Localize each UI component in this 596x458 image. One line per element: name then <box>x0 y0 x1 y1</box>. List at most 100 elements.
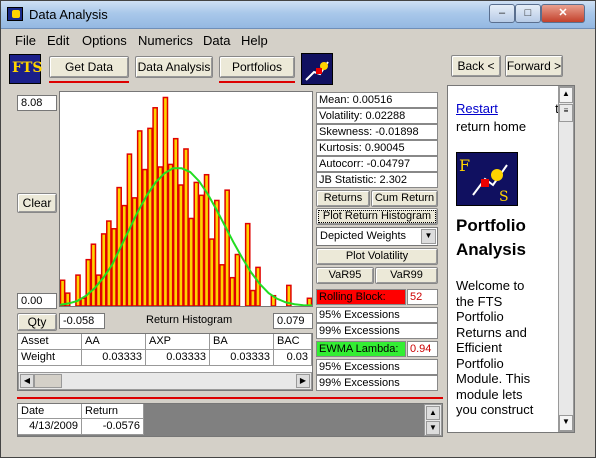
var95-button[interactable]: VaR95 <box>316 267 374 284</box>
help-body-line: module lets <box>456 386 523 402</box>
app-window: Data Analysis – □ ✕ File Edit Options Nu… <box>0 0 596 458</box>
histogram-bar <box>59 279 66 307</box>
help-body-line: the FTS <box>456 293 503 309</box>
weights-select[interactable]: Depicted Weights ▼ <box>316 227 438 246</box>
histogram-bar <box>255 266 261 307</box>
cum-return-button[interactable]: Cum Return <box>371 190 438 207</box>
close-button[interactable]: ✕ <box>541 4 585 23</box>
returns-cell-value[interactable]: -0.0576 <box>82 419 144 435</box>
qty-button[interactable]: Qty <box>17 313 57 331</box>
weight-cell[interactable]: 0.03 <box>274 350 312 366</box>
help-heading-2: Analysis <box>456 240 526 259</box>
weight-cell[interactable]: 0.03333 <box>210 350 274 366</box>
histogram-bar <box>142 168 148 307</box>
ewma-label: EWMA Lambda: <box>316 341 406 357</box>
histogram-bar <box>234 253 241 307</box>
histogram-bar <box>106 220 112 307</box>
histogram-bar <box>121 204 128 307</box>
scroll-left-arrow[interactable]: ◀ <box>20 374 34 388</box>
plot-return-histogram-button[interactable]: Plot Return Histogram <box>316 208 438 225</box>
returns-cell-date[interactable]: 4/13/2009 <box>18 419 82 435</box>
help-body-line: you construct <box>456 402 534 417</box>
scroll-down-arrow[interactable]: ▼ <box>426 421 440 435</box>
histogram-bottom-value: 0.00 <box>17 293 57 309</box>
scroll-up-arrow[interactable]: ▲ <box>426 406 440 420</box>
logo-text: FTS <box>12 60 43 76</box>
forward-button[interactable]: Forward > <box>505 55 563 77</box>
get-data-button[interactable]: Get Data <box>49 56 129 78</box>
menu-file[interactable]: File <box>15 33 36 48</box>
histogram-bar <box>229 276 236 307</box>
weights-select-value: Depicted Weights <box>320 230 407 242</box>
histogram-top-value: 8.08 <box>17 95 57 111</box>
var99-button[interactable]: VaR99 <box>375 267 438 284</box>
histogram-bar <box>100 233 107 307</box>
weights-header-asset: Asset <box>18 334 82 350</box>
x-max-field[interactable]: 0.079 <box>273 313 313 329</box>
scroll-right-arrow[interactable]: ▶ <box>296 374 310 388</box>
weight-cell[interactable]: 0.03333 <box>146 350 210 366</box>
maximize-button[interactable]: □ <box>515 4 541 23</box>
histogram-bar <box>157 166 164 307</box>
exc95-a: 95% Excessions <box>316 307 438 323</box>
histogram-bar <box>85 258 92 307</box>
returns-button[interactable]: Returns <box>316 190 370 207</box>
stat-jb: JB Statistic: 2.302 <box>316 172 438 188</box>
histogram-plot <box>59 91 313 307</box>
plot-volatility-button[interactable]: Plot Volatility <box>316 248 438 265</box>
menu-numerics[interactable]: Numerics <box>138 33 193 48</box>
exc99-b: 99% Excessions <box>316 375 438 391</box>
x-min-field[interactable]: -0.058 <box>59 313 105 329</box>
histogram-bar <box>111 228 117 307</box>
help-body-line: Module. This <box>456 371 531 386</box>
histogram-bar <box>224 189 230 307</box>
help-heading-1: Portfolio <box>456 216 526 235</box>
weights-header-ba: BA <box>210 334 274 350</box>
help-vscrollbar[interactable]: ▲ ≡ ▼ <box>558 86 574 432</box>
help-body-line: Welcome to <box>456 278 525 293</box>
restart-link[interactable]: Restart <box>456 101 498 116</box>
returns-header-date: Date <box>18 404 82 419</box>
svg-text:F: F <box>459 156 470 175</box>
weights-header-bac: BAC <box>274 334 312 350</box>
chart-logo-icon <box>301 53 333 85</box>
histogram-bar <box>172 137 179 307</box>
histogram-bar <box>136 130 143 307</box>
menu-help[interactable]: Help <box>241 33 268 48</box>
histogram-bar <box>208 238 215 307</box>
weights-hscrollbar[interactable]: ◀ ▶ <box>18 372 312 390</box>
help-body-line: Returns and <box>456 324 527 340</box>
help-pane: Restart to return home FS Portfolio Anal… <box>447 85 575 433</box>
menu-edit[interactable]: Edit <box>47 33 69 48</box>
histogram-bar <box>162 96 169 307</box>
returns-vscrollbar[interactable]: ▲ ▼ <box>424 404 442 436</box>
menu-bar: File Edit Options Numerics Data Help <box>5 31 591 49</box>
back-button[interactable]: Back < <box>451 55 501 77</box>
stat-skewness: Skewness: -0.01898 <box>316 124 438 140</box>
data-analysis-button[interactable]: Data Analysis <box>135 56 213 78</box>
scroll-thumb[interactable]: ≡ <box>559 104 573 122</box>
help-body-line: Portfolio <box>456 309 504 324</box>
stat-mean: Mean: 0.00516 <box>316 92 438 108</box>
portfolios-button[interactable]: Portfolios <box>219 56 295 78</box>
histogram-bar <box>90 243 97 307</box>
ewma-input[interactable]: 0.94 <box>407 341 438 357</box>
histogram-bar <box>219 264 225 307</box>
weight-cell[interactable]: 0.03333 <box>82 350 146 366</box>
clear-button[interactable]: Clear <box>17 193 57 213</box>
menu-options[interactable]: Options <box>82 33 127 48</box>
stat-autocorr: Autocorr: -0.04797 <box>316 156 438 172</box>
rolling-block-input[interactable]: 52 <box>407 289 438 305</box>
title-bar: Data Analysis – □ ✕ <box>1 1 595 29</box>
histogram-bar <box>188 217 194 307</box>
minimize-button[interactable]: – <box>489 4 515 23</box>
chevron-down-icon[interactable]: ▼ <box>421 229 436 244</box>
histogram-svg <box>59 96 313 307</box>
scroll-down-arrow[interactable]: ▼ <box>559 415 573 431</box>
histogram-bar <box>198 194 205 307</box>
exc95-b: 95% Excessions <box>316 359 438 375</box>
scroll-thumb[interactable] <box>34 374 62 388</box>
scroll-up-arrow[interactable]: ▲ <box>559 87 573 103</box>
menu-data[interactable]: Data <box>203 33 230 48</box>
stat-kurtosis: Kurtosis: 0.90045 <box>316 140 438 156</box>
